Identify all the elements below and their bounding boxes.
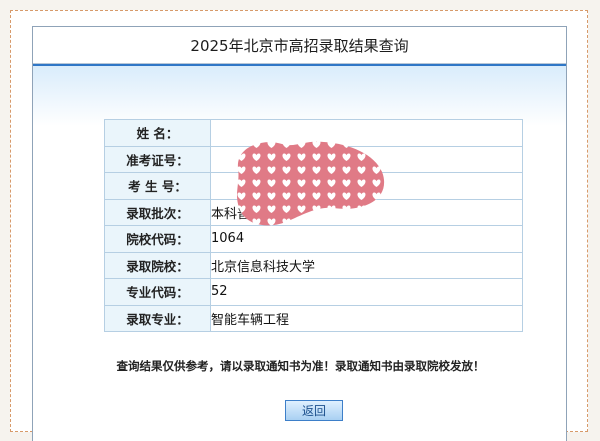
page-title: 2025年北京市高招录取结果查询 bbox=[33, 27, 566, 64]
header-gradient-band bbox=[33, 64, 566, 126]
result-panel: 2025年北京市高招录取结果查询 姓 名： 准考证号： 考 生 号： 录取批次：… bbox=[32, 26, 567, 441]
major-code-label: 专业代码： bbox=[104, 278, 211, 306]
major-code-value: 52 bbox=[210, 278, 523, 306]
table-row: 录取院校： 北京信息科技大学 bbox=[104, 251, 523, 279]
name-label: 姓 名： bbox=[104, 119, 211, 147]
school-label: 录取院校： bbox=[104, 251, 211, 279]
notice-text: 查询结果仅供参考，请以录取通知书为准！录取通知书由录取院校发放！ bbox=[116, 359, 485, 373]
school-value: 北京信息科技大学 bbox=[210, 251, 523, 279]
table-row: 录取专业： 智能车辆工程 bbox=[104, 304, 523, 332]
admission-batch-label: 录取批次： bbox=[104, 198, 211, 226]
school-code-label: 院校代码： bbox=[104, 225, 211, 253]
candidate-number-label: 考 生 号： bbox=[104, 172, 211, 200]
exam-number-label: 准考证号： bbox=[104, 145, 211, 173]
back-button[interactable]: 返回 bbox=[285, 400, 343, 421]
table-row: 专业代码： 52 bbox=[104, 278, 523, 306]
major-label: 录取专业： bbox=[104, 304, 211, 332]
major-value: 智能车辆工程 bbox=[210, 304, 523, 332]
privacy-sticker bbox=[237, 141, 385, 226]
